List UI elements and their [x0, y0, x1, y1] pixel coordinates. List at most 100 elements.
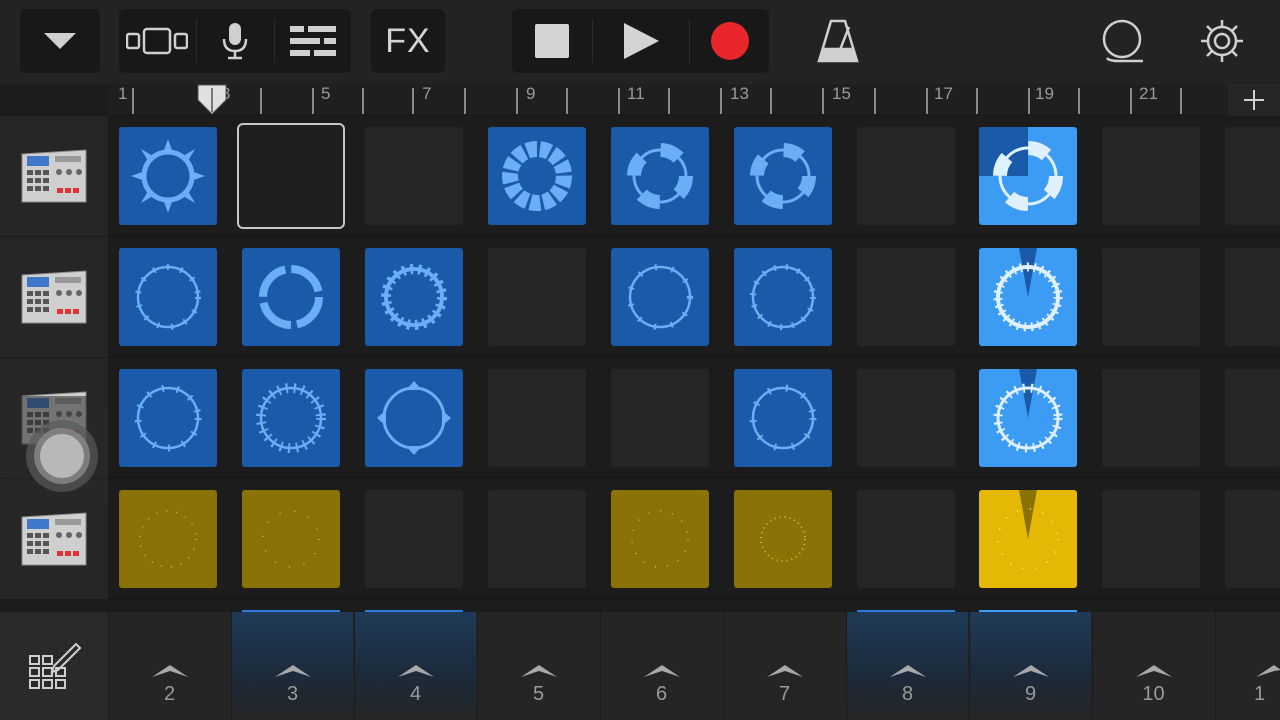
column-trigger-bar: 2 3 4 5 6 7 8 9 10 1: [0, 612, 1280, 720]
transport-group: [512, 9, 769, 73]
empty-cell[interactable]: [1102, 369, 1200, 467]
loop-cell[interactable]: [242, 248, 340, 346]
track-controls-button[interactable]: [275, 9, 351, 73]
loop-browser-icon: [1102, 19, 1143, 63]
edit-grid-button[interactable]: [0, 612, 108, 720]
loop-cell[interactable]: [242, 369, 340, 467]
empty-cell[interactable]: [1225, 369, 1280, 467]
loop-cell[interactable]: [734, 369, 832, 467]
empty-cell[interactable]: [1102, 490, 1200, 588]
empty-cell[interactable]: [857, 490, 955, 588]
empty-cell[interactable]: [1102, 127, 1200, 225]
column-trigger-4[interactable]: 4: [354, 612, 476, 720]
loop-cell[interactable]: [119, 248, 217, 346]
view-controls-group: [119, 9, 351, 73]
loop-cell[interactable]: [488, 127, 586, 225]
column-number: 6: [655, 683, 668, 705]
chevron-up-icon: [151, 665, 188, 677]
loop-cell[interactable]: [119, 127, 217, 225]
waveform-ring-icon: [627, 143, 693, 209]
loop-browser-button[interactable]: [1090, 9, 1154, 73]
ruler-tick: [976, 88, 978, 114]
selected-empty-cell[interactable]: [237, 123, 345, 229]
column-trigger-3[interactable]: 3: [231, 612, 353, 720]
track-header[interactable]: [0, 116, 108, 237]
column-trigger-11[interactable]: 1: [1215, 612, 1280, 720]
empty-cell[interactable]: [857, 248, 955, 346]
loop-cell[interactable]: [611, 127, 709, 225]
tracks-view-button[interactable]: [119, 9, 195, 73]
empty-cell[interactable]: [857, 127, 955, 225]
empty-cell[interactable]: [1225, 490, 1280, 588]
empty-cell[interactable]: [1225, 127, 1280, 225]
drum-machine-icon: [21, 270, 87, 324]
play-icon: [624, 23, 659, 59]
track-controls-icon: [290, 26, 336, 56]
playing-loop-cell[interactable]: [979, 127, 1077, 225]
plus-icon: [1244, 90, 1264, 110]
metronome-icon: [817, 19, 859, 63]
fx-button[interactable]: FX: [371, 9, 445, 73]
column-trigger-6[interactable]: 6: [600, 612, 722, 720]
track-header[interactable]: [0, 237, 108, 358]
ruler-tick: [874, 88, 876, 114]
empty-cell[interactable]: [857, 369, 955, 467]
ruler-tick: [770, 88, 772, 114]
empty-cell[interactable]: [1225, 248, 1280, 346]
empty-cell[interactable]: [365, 490, 463, 588]
column-trigger-2[interactable]: 2: [108, 612, 230, 720]
column-number: 8: [901, 683, 914, 705]
column-trigger-7[interactable]: 7: [723, 612, 845, 720]
waveform-ring-icon: [750, 143, 816, 209]
menu-button[interactable]: [20, 9, 100, 73]
tracks-view-icon: [126, 27, 188, 55]
column-number: 2: [163, 683, 176, 705]
track-headers: [0, 116, 108, 600]
chevron-up-icon: [643, 665, 680, 677]
playing-loop-cell[interactable]: [979, 248, 1077, 346]
empty-cell[interactable]: [488, 369, 586, 467]
settings-button[interactable]: [1190, 9, 1254, 73]
stop-button[interactable]: [512, 9, 592, 73]
loop-cell[interactable]: [611, 490, 709, 588]
cell-grid: [108, 116, 1280, 612]
empty-cell[interactable]: [1102, 248, 1200, 346]
loop-cell[interactable]: [119, 369, 217, 467]
column-trigger-10[interactable]: 10: [1092, 612, 1214, 720]
bar-ruler[interactable]: 1 3 5 7 9 11 13 15 17 19 21: [108, 84, 1228, 116]
empty-cell[interactable]: [611, 369, 709, 467]
loop-cell[interactable]: [365, 369, 463, 467]
bar-number: 19: [1035, 84, 1054, 103]
record-icon: [710, 22, 749, 60]
loop-cell[interactable]: [734, 490, 832, 588]
ruler-tick: [312, 88, 314, 114]
metronome-button[interactable]: [806, 9, 870, 73]
empty-cell[interactable]: [488, 248, 586, 346]
dotted-ring-icon: [262, 510, 320, 568]
microphone-button[interactable]: [197, 9, 273, 73]
loop-cell[interactable]: [242, 490, 340, 588]
loop-cell[interactable]: [734, 248, 832, 346]
playhead-marker[interactable]: [196, 84, 228, 116]
play-button[interactable]: [593, 9, 689, 73]
empty-cell[interactable]: [488, 490, 586, 588]
ruler-tick: [618, 88, 620, 114]
ruler-tick: [464, 88, 466, 114]
assistive-touch-button[interactable]: [6, 396, 106, 512]
waveform-ring-icon: [256, 383, 326, 453]
playing-loop-cell[interactable]: [979, 369, 1077, 467]
add-section-button[interactable]: [1228, 84, 1280, 116]
loop-cell[interactable]: [611, 248, 709, 346]
playing-loop-cell[interactable]: [979, 490, 1077, 588]
loop-cell[interactable]: [119, 490, 217, 588]
empty-cell[interactable]: [365, 127, 463, 225]
column-trigger-5[interactable]: 5: [477, 612, 599, 720]
column-trigger-8[interactable]: 8: [846, 612, 968, 720]
loop-cell[interactable]: [365, 248, 463, 346]
assistive-touch-icon: [26, 420, 98, 492]
record-button[interactable]: [690, 9, 769, 73]
waveform-ring-icon: [993, 248, 1063, 332]
column-trigger-9[interactable]: 9: [969, 612, 1091, 720]
waveform-ring-icon: [377, 381, 451, 455]
loop-cell[interactable]: [734, 127, 832, 225]
